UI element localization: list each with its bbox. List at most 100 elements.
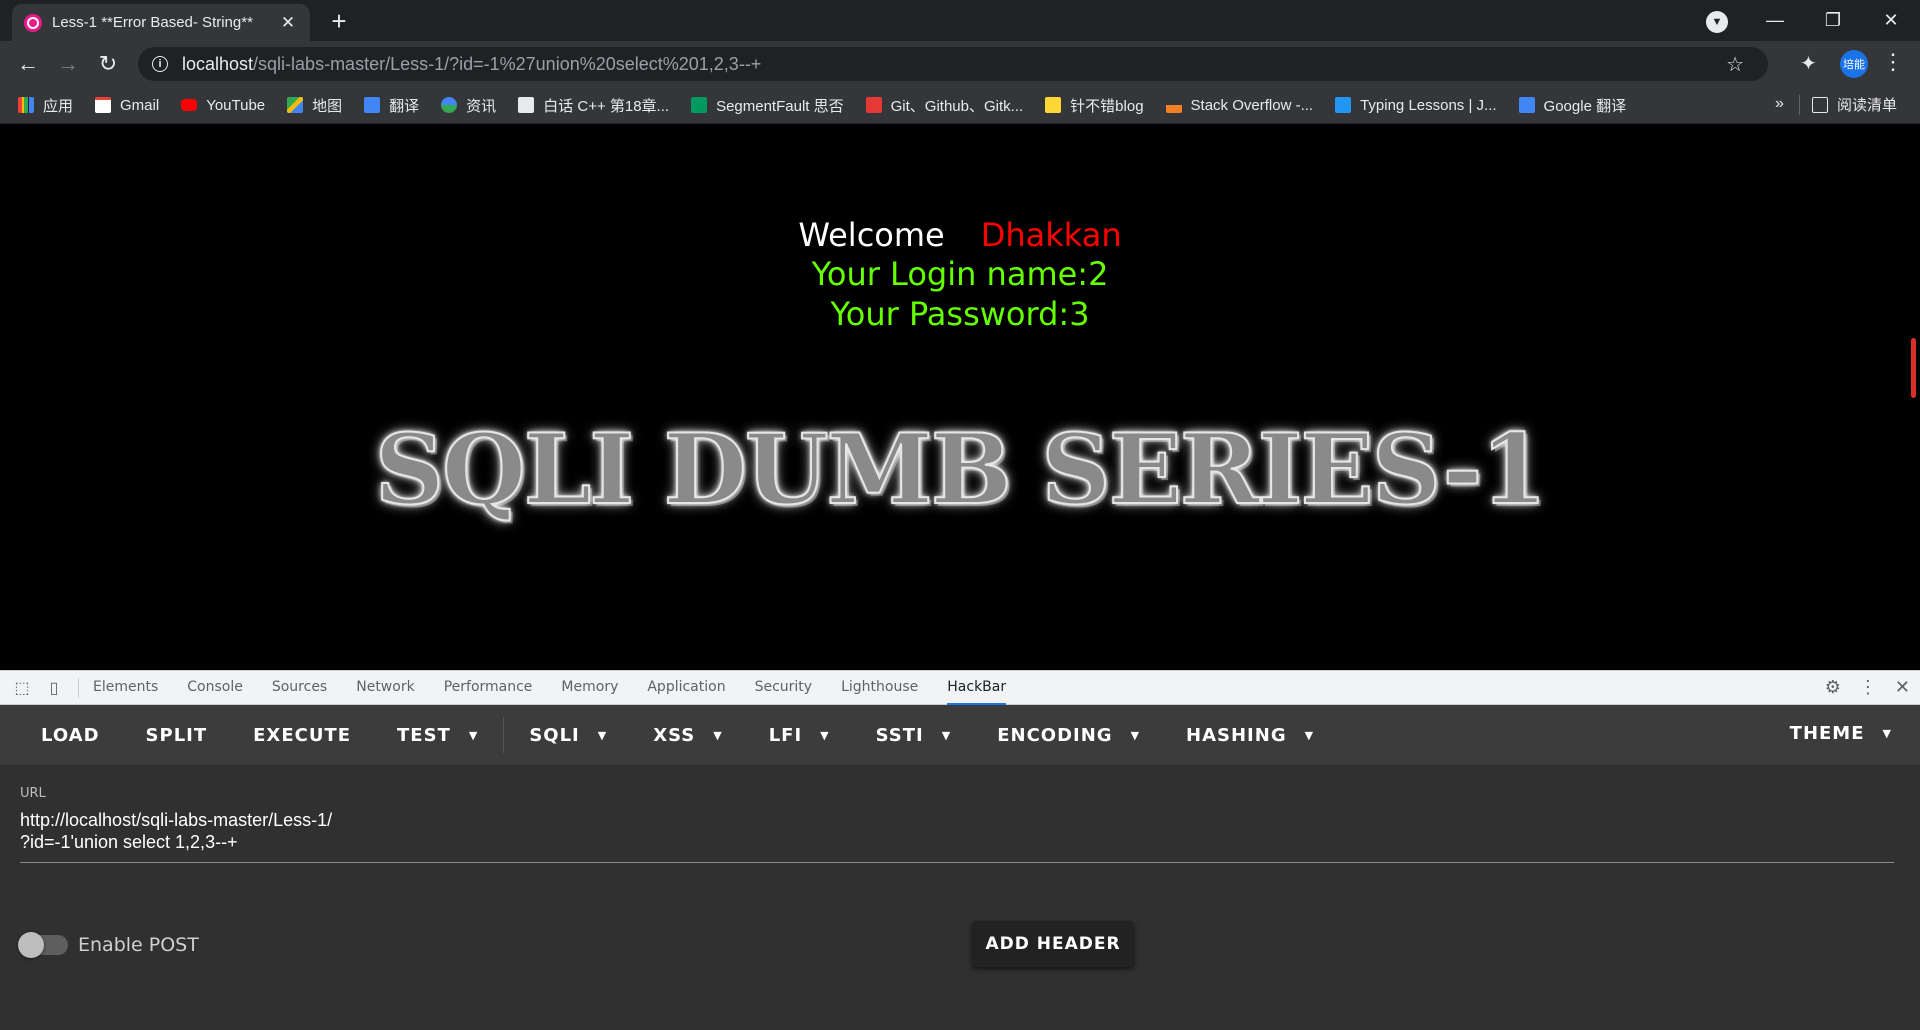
bookmark-cpp[interactable]: 白话 C++ 第18章...	[518, 95, 669, 116]
login-name-text: Your Login name:2	[811, 255, 1109, 293]
welcome-line: Welcome Dhakkan	[0, 216, 1920, 254]
stackoverflow-icon	[1165, 97, 1182, 113]
ssti-menu-button[interactable]: SSTI ▼	[853, 725, 975, 746]
tab-memory[interactable]: Memory	[561, 670, 618, 705]
bookmarks-bar: 应用 Gmail YouTube 地图 翻译 资讯 白话 C++ 第18章...…	[0, 87, 1920, 124]
new-tab-button[interactable]: +	[324, 6, 354, 36]
chevron-down-icon: ▼	[468, 728, 479, 742]
devtools-close-icon[interactable]: ✕	[1895, 677, 1910, 698]
bookmark-google-translate[interactable]: Google 翻译	[1518, 95, 1626, 116]
theme-menu-button[interactable]: THEME ▼	[1790, 723, 1892, 744]
minimize-button[interactable]: —	[1746, 10, 1804, 31]
tab-application[interactable]: Application	[647, 670, 725, 705]
tab-elements[interactable]: Elements	[93, 670, 158, 705]
url-path: /sqli-labs-master/Less-1/?id=-1%27union%…	[253, 53, 762, 74]
add-header-button[interactable]: ADD HEADER	[972, 921, 1134, 967]
tab-performance[interactable]: Performance	[444, 670, 533, 705]
bookmarks-divider	[1799, 95, 1800, 115]
bookmark-maps[interactable]: 地图	[287, 95, 342, 116]
tab-title: Less-1 **Error Based- String**	[52, 14, 253, 31]
device-toolbar-icon[interactable]: ▯	[44, 678, 64, 698]
page-viewport: Welcome Dhakkan Your Login name:2 Your Pa…	[0, 124, 1920, 670]
reading-list-icon	[1812, 96, 1828, 113]
gmail-icon	[95, 97, 112, 113]
devtools-divider	[78, 677, 79, 698]
test-menu-button[interactable]: TEST ▼	[374, 725, 501, 746]
bookmark-youtube[interactable]: YouTube	[181, 97, 265, 114]
browser-toolbar: ← → ↻ i localhost/sqli-labs-master/Less-…	[0, 41, 1920, 87]
reading-list-button[interactable]: 阅读清单	[1812, 94, 1897, 115]
lfi-menu-button[interactable]: LFI ▼	[746, 725, 853, 746]
restore-button[interactable]: ❐	[1804, 10, 1862, 31]
inspect-element-icon[interactable]: ⬚	[12, 678, 32, 698]
avatar[interactable]: 培能	[1840, 50, 1868, 78]
enable-post-label: Enable POST	[78, 934, 199, 956]
devtools-tab-bar: ⬚ ▯ Elements Console Sources Network Per…	[0, 670, 1920, 705]
cpp-book-icon	[518, 97, 535, 113]
password-text: Your Password:3	[830, 295, 1090, 333]
enable-post-toggle[interactable]: Enable POST	[18, 932, 199, 958]
hackbar-panel: LOAD SPLIT EXECUTE TEST ▼ SQLI ▼ XSS ▼ LFI ▼…	[0, 705, 1920, 1030]
hackbar-divider	[503, 717, 505, 753]
bookmark-news[interactable]: 资讯	[441, 95, 496, 116]
folder-icon	[1045, 97, 1062, 113]
settings-gear-icon[interactable]: ⚙	[1825, 677, 1841, 698]
site-info-icon[interactable]: i	[152, 56, 168, 72]
translate-icon	[364, 97, 381, 113]
devtools-actions: ⚙ ⋮ ✕	[1807, 677, 1910, 698]
split-button[interactable]: SPLIT	[123, 725, 231, 746]
chevron-down-icon: ▼	[1130, 728, 1141, 742]
page-scrollbar[interactable]	[1911, 338, 1916, 398]
url-field-underline	[20, 862, 1894, 863]
close-window-button[interactable]: ✕	[1862, 10, 1920, 31]
url-host: localhost	[182, 53, 254, 74]
tab-favicon-icon	[24, 13, 42, 32]
bookmark-segmentfault[interactable]: SegmentFault 思否	[691, 95, 844, 116]
bookmark-gmail[interactable]: Gmail	[95, 97, 159, 114]
bookmark-typing[interactable]: Typing Lessons | J...	[1335, 97, 1497, 114]
browser-tab[interactable]: Less-1 **Error Based- String** ✕	[12, 4, 310, 41]
chevron-down-icon: ▼	[713, 728, 723, 742]
tab-network[interactable]: Network	[356, 670, 414, 705]
bookmark-star-icon[interactable]: ☆	[1726, 52, 1744, 77]
tab-hackbar[interactable]: HackBar	[947, 670, 1007, 705]
tab-security[interactable]: Security	[755, 670, 813, 705]
load-button[interactable]: LOAD	[18, 725, 123, 746]
hashing-menu-button[interactable]: HASHING ▼	[1163, 725, 1337, 746]
reload-button[interactable]: ↻	[88, 51, 128, 77]
title-bar: Less-1 **Error Based- String** ✕ + ▼ — ❐…	[0, 0, 1920, 41]
url-textarea[interactable]: http://localhost/sqli-labs-master/Less-1…	[20, 809, 1890, 853]
bookmark-git[interactable]: Git、Github、Gitk...	[865, 95, 1023, 116]
sqli-menu-button[interactable]: SQLI ▼	[506, 725, 630, 746]
tab-close-icon[interactable]: ✕	[278, 13, 298, 33]
back-button[interactable]: ←	[8, 51, 48, 77]
chevron-down-icon: ▼	[941, 728, 952, 742]
welcome-text: Welcome	[798, 216, 945, 254]
bookmarks-overflow-icon[interactable]: »	[1775, 95, 1784, 113]
profile-dropdown-icon[interactable]: ▼	[1688, 9, 1746, 33]
bookmark-blog[interactable]: 针不错blog	[1045, 95, 1144, 116]
address-bar[interactable]: i localhost/sqli-labs-master/Less-1/?id=…	[138, 47, 1768, 81]
chevron-down-icon: ▼	[1882, 727, 1892, 740]
segmentfault-icon	[691, 97, 708, 113]
bookmark-stackoverflow[interactable]: Stack Overflow -...	[1165, 97, 1313, 114]
browser-menu-icon[interactable]: ⋮	[1882, 49, 1904, 75]
url-field-label: URL	[20, 786, 46, 801]
toggle-switch[interactable]	[18, 932, 68, 958]
welcome-name: Dhakkan	[980, 216, 1122, 254]
extensions-icon[interactable]: ✦	[1800, 51, 1817, 76]
forward-button[interactable]: →	[48, 51, 88, 77]
bookmark-translate[interactable]: 翻译	[364, 95, 419, 116]
tab-console[interactable]: Console	[187, 670, 243, 705]
maps-icon	[287, 97, 304, 113]
execute-button[interactable]: EXECUTE	[230, 725, 374, 746]
devtools-menu-icon[interactable]: ⋮	[1859, 677, 1877, 698]
hackbar-toolbar: LOAD SPLIT EXECUTE TEST ▼ SQLI ▼ XSS ▼ LFI ▼…	[0, 705, 1920, 765]
bookmark-apps[interactable]: 应用	[18, 95, 73, 116]
toggle-thumb	[18, 932, 44, 958]
git-icon	[865, 97, 882, 113]
encoding-menu-button[interactable]: ENCODING ▼	[974, 725, 1163, 746]
tab-lighthouse[interactable]: Lighthouse	[841, 670, 918, 705]
tab-sources[interactable]: Sources	[272, 670, 327, 705]
xss-menu-button[interactable]: XSS ▼	[630, 725, 745, 746]
